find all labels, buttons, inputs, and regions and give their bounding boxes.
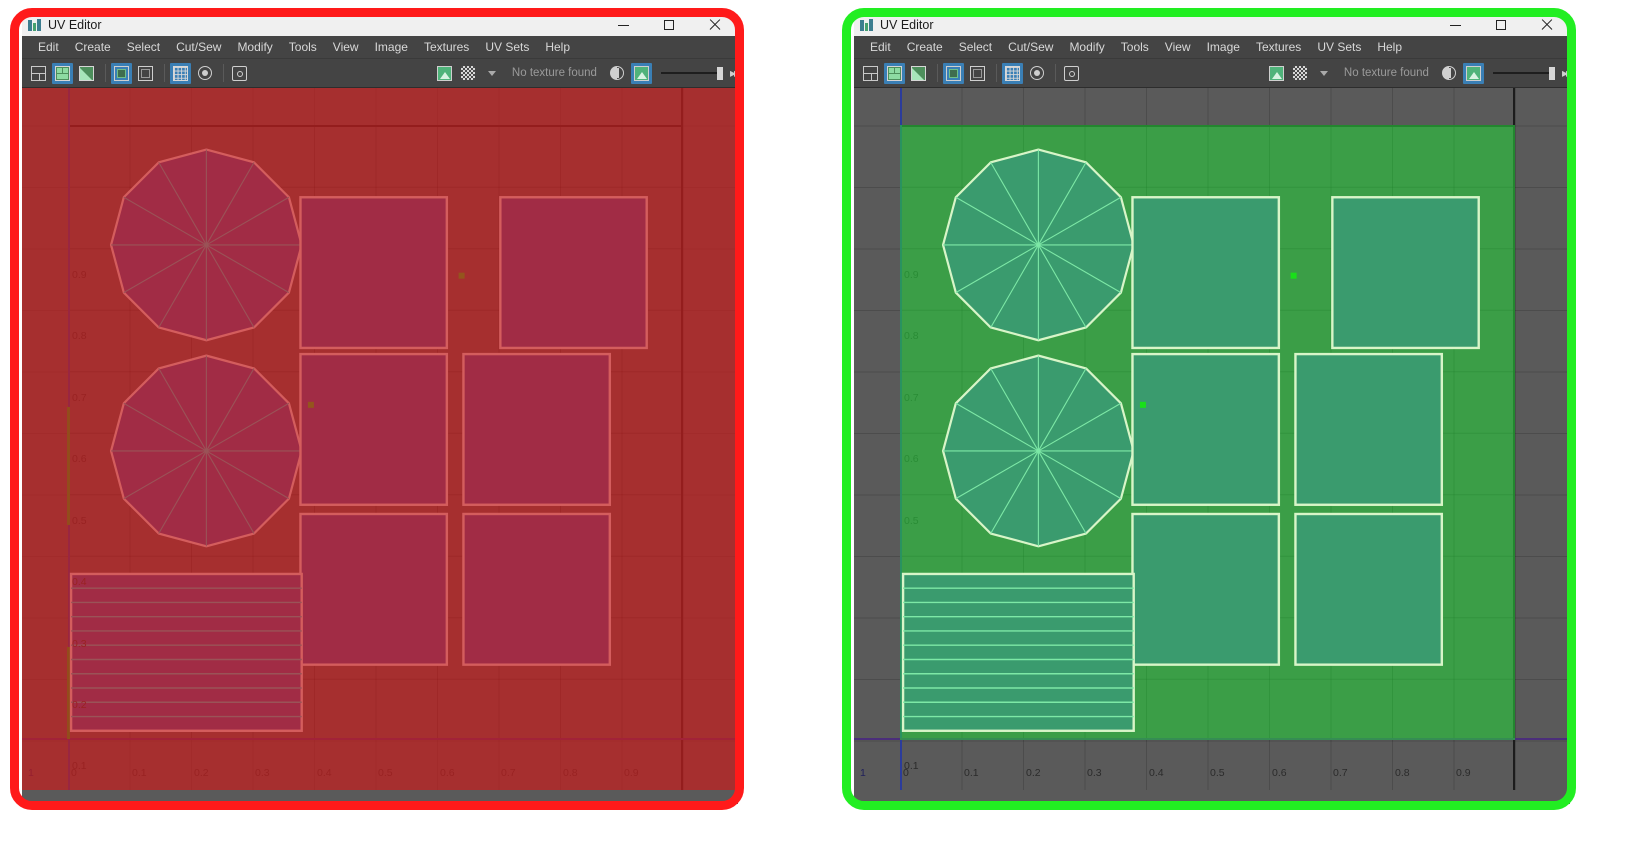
right-panel-highlight-ring [842,8,1576,810]
left-panel-highlight-ring [10,8,744,810]
comparison-stage: UV Editor Edit Create Select Cut/Sew Mod… [0,0,1632,850]
